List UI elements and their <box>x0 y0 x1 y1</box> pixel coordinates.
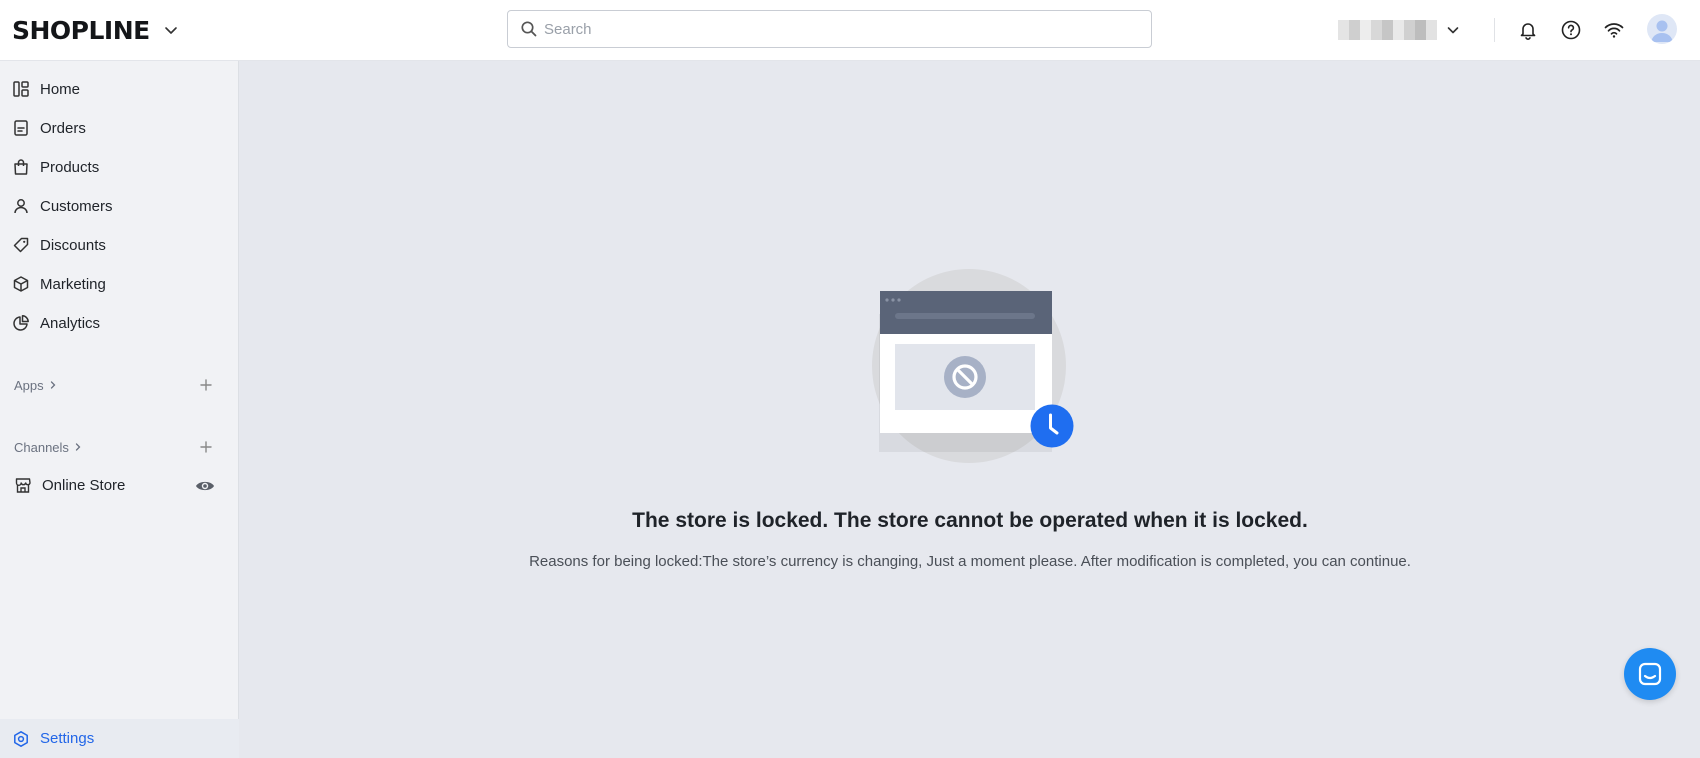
sidebar-item-label: Orders <box>40 119 86 137</box>
cube-icon <box>13 276 29 292</box>
notifications-button[interactable] <box>1515 17 1541 43</box>
sidebar-item-label: Marketing <box>40 275 106 293</box>
search-box[interactable] <box>507 10 1152 48</box>
chat-icon <box>1638 662 1662 686</box>
top-bar: SHOPLINE <box>0 0 1700 61</box>
avatar[interactable] <box>1647 14 1677 44</box>
eye-icon[interactable] <box>195 478 215 494</box>
pie-chart-icon <box>13 315 29 331</box>
locked-reason: Reasons for being locked:The store’s cur… <box>529 553 1411 570</box>
sidebar-item-label: Settings <box>40 730 95 747</box>
sidebar-item-marketing[interactable]: Marketing <box>0 266 239 302</box>
sidebar-item-label: Online Store <box>42 476 126 494</box>
sidebar-item-settings[interactable]: Settings <box>0 719 239 758</box>
wifi-icon <box>1604 23 1624 38</box>
sidebar-item-customers[interactable]: Customers <box>0 188 239 224</box>
add-app-plus-icon[interactable] <box>198 377 214 393</box>
add-channel-plus-icon[interactable] <box>198 439 214 455</box>
chevron-right-icon <box>75 443 81 451</box>
sidebar-item-label: Analytics <box>40 314 101 332</box>
sidebar-item-discounts[interactable]: Discounts <box>0 227 239 263</box>
store-selector[interactable] <box>1338 18 1461 42</box>
search-input[interactable] <box>544 20 1124 38</box>
sidebar-item-orders[interactable]: Orders <box>0 110 239 146</box>
chat-support-button[interactable] <box>1624 648 1676 700</box>
sidebar-item-label: Customers <box>40 197 113 215</box>
store-name-redacted <box>1338 20 1437 40</box>
chevron-down-icon <box>1447 27 1459 34</box>
settings-icon <box>14 730 28 747</box>
store-switcher-logo[interactable]: SHOPLINE <box>12 14 180 46</box>
help-button[interactable] <box>1558 17 1584 43</box>
connection-status-button[interactable] <box>1601 17 1627 43</box>
storefront-icon <box>15 478 31 493</box>
apps-section-label: Apps <box>14 377 44 393</box>
search-icon <box>521 21 537 37</box>
channels-section-toggle[interactable]: Channels <box>14 437 83 457</box>
sidebar-item-products[interactable]: Products <box>0 149 239 185</box>
sidebar: Home Orders Products Customers Discounts… <box>0 61 239 758</box>
person-icon <box>14 199 28 214</box>
sidebar-item-label: Products <box>40 158 100 176</box>
chevron-right-icon <box>50 381 56 389</box>
store-locked-illustration <box>872 269 1074 463</box>
apps-section-toggle[interactable]: Apps <box>14 375 58 395</box>
logo-text: SHOPLINE <box>12 15 150 45</box>
user-avatar-icon <box>1651 20 1673 42</box>
sidebar-item-label: Home <box>40 80 81 98</box>
chevron-down-icon <box>164 27 177 34</box>
tag-icon <box>13 237 29 253</box>
bag-icon <box>14 159 28 175</box>
sidebar-item-label: Discounts <box>40 236 106 254</box>
home-icon <box>13 81 29 97</box>
header-divider <box>1494 18 1495 42</box>
bell-icon <box>1520 23 1536 40</box>
sidebar-item-analytics[interactable]: Analytics <box>0 305 239 341</box>
orders-icon <box>14 120 28 136</box>
sidebar-item-home[interactable]: Home <box>0 71 239 107</box>
help-icon <box>1561 20 1581 40</box>
locked-headline: The store is locked. The store cannot be… <box>632 509 1308 532</box>
channels-section-label: Channels <box>14 439 69 455</box>
